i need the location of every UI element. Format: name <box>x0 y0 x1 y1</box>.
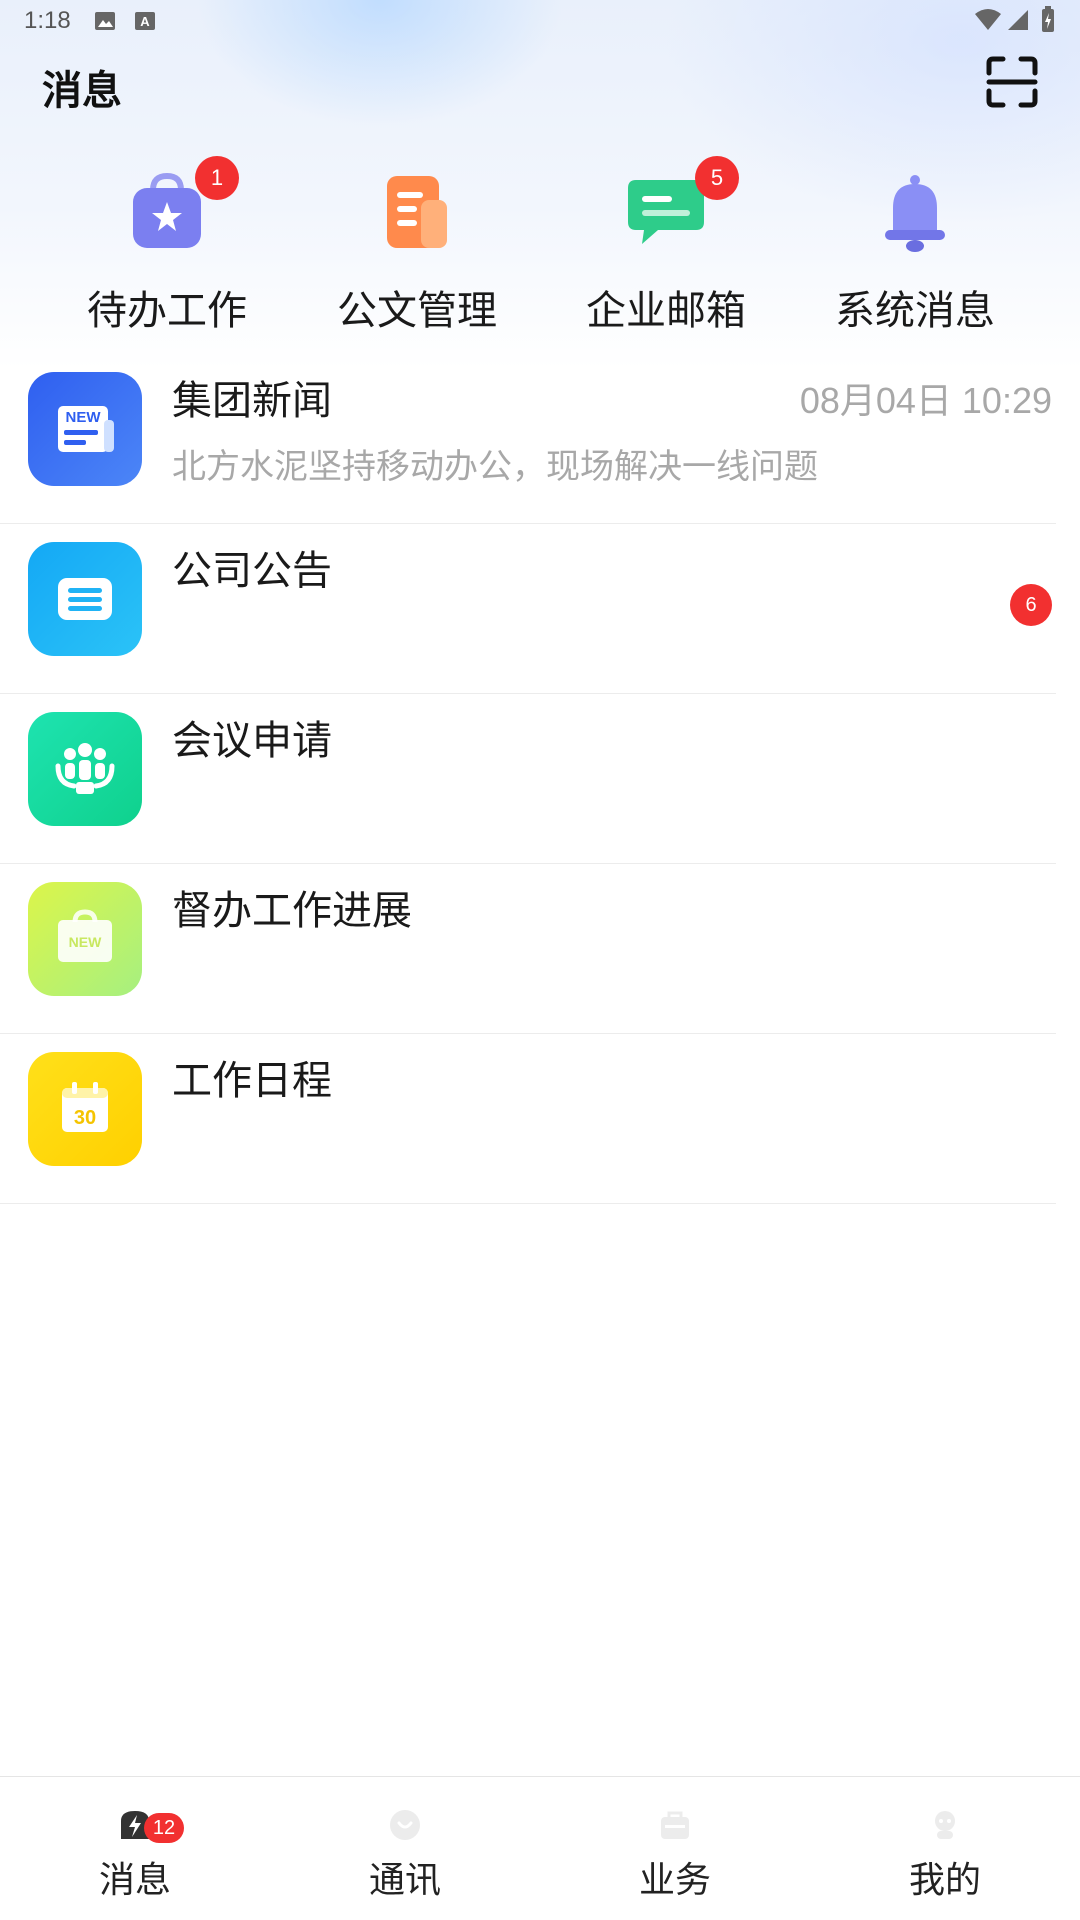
message-preview: 北方水泥坚持移动办公，现场解决一线问题 <box>172 447 818 487</box>
tab-messages[interactable]: 12 消息 <box>0 1777 270 1920</box>
quick-entry-label: 待办工作 <box>87 288 247 334</box>
announcement-icon <box>28 542 142 656</box>
status-bar: 1:18 A <box>0 0 1080 42</box>
messages-screen: 1:18 A 消息 1 待办工作 公文管理 5 企业邮箱 系统消息 NEW 集团… <box>0 0 1080 1920</box>
tab-label: 通讯 <box>368 1860 441 1901</box>
list-item-supervise[interactable]: NEW 督办工作进展 <box>0 864 1056 1034</box>
unread-badge: 6 <box>1010 584 1052 626</box>
supervise-icon-text: NEW <box>69 934 102 950</box>
quick-entry-label: 企业邮箱 <box>586 288 746 334</box>
tab-business[interactable]: 业务 <box>540 1777 810 1920</box>
wifi-icon <box>975 9 1001 30</box>
message-list: NEW 集团新闻 08月04日 10:29 北方水泥坚持移动办公，现场解决一线问… <box>0 354 1056 1204</box>
bell-icon <box>885 175 945 252</box>
tab-contacts[interactable]: 通讯 <box>270 1777 540 1920</box>
message-time: 08月04日 10:29 <box>799 380 1052 421</box>
profile-tab-icon <box>935 1811 955 1839</box>
message-title: 集团新闻 <box>172 378 332 424</box>
business-tab-icon <box>661 1811 689 1839</box>
bottom-tab-bar: 12 消息 通讯 业务 我的 <box>0 1776 1080 1920</box>
quick-entry-row: 1 待办工作 公文管理 5 企业邮箱 系统消息 <box>0 156 1080 334</box>
image-notification-icon <box>95 12 115 30</box>
calendar-icon: 30 <box>28 1052 142 1166</box>
quick-entry-mail[interactable]: 5 企业邮箱 <box>566 156 766 334</box>
signal-icon <box>1008 10 1028 30</box>
tab-label: 我的 <box>908 1860 981 1901</box>
calendar-icon-text: 30 <box>74 1107 96 1129</box>
scan-icon[interactable] <box>985 55 1039 109</box>
list-item-announcement[interactable]: 公司公告 6 <box>0 524 1056 694</box>
message-title: 工作日程 <box>172 1058 332 1104</box>
message-title: 会议申请 <box>172 718 332 764</box>
tab-profile[interactable]: 我的 <box>810 1777 1080 1920</box>
list-item-schedule[interactable]: 30 工作日程 <box>0 1034 1056 1204</box>
quick-entry-system[interactable]: 系统消息 <box>815 170 1015 334</box>
tab-badge: 12 <box>144 1813 184 1843</box>
text-notification-icon: A <box>135 12 155 30</box>
meeting-icon <box>28 712 142 826</box>
contacts-tab-icon <box>390 1810 420 1840</box>
message-title: 公司公告 <box>172 548 332 594</box>
news-icon: NEW <box>28 372 142 486</box>
todo-badge: 1 <box>195 156 239 200</box>
document-icon <box>387 176 447 248</box>
list-item-group-news[interactable]: NEW 集团新闻 08月04日 10:29 北方水泥坚持移动办公，现场解决一线问… <box>0 354 1056 524</box>
quick-entry-label: 系统消息 <box>835 288 995 334</box>
message-title: 督办工作进展 <box>172 888 412 934</box>
page-title: 消息 <box>42 68 122 114</box>
status-time: 1:18 <box>24 7 71 34</box>
list-item-meeting[interactable]: 会议申请 <box>0 694 1056 864</box>
quick-entry-label: 公文管理 <box>337 288 497 334</box>
battery-icon <box>1042 6 1054 32</box>
supervise-icon: NEW <box>28 882 142 996</box>
news-icon-text: NEW <box>66 409 102 426</box>
quick-entry-document[interactable]: 公文管理 <box>317 170 517 334</box>
svg-text:A: A <box>140 14 150 29</box>
quick-entry-todo[interactable]: 1 待办工作 <box>67 156 267 334</box>
mail-badge: 5 <box>695 156 739 200</box>
tab-label: 消息 <box>98 1860 171 1901</box>
tab-label: 业务 <box>638 1860 711 1901</box>
